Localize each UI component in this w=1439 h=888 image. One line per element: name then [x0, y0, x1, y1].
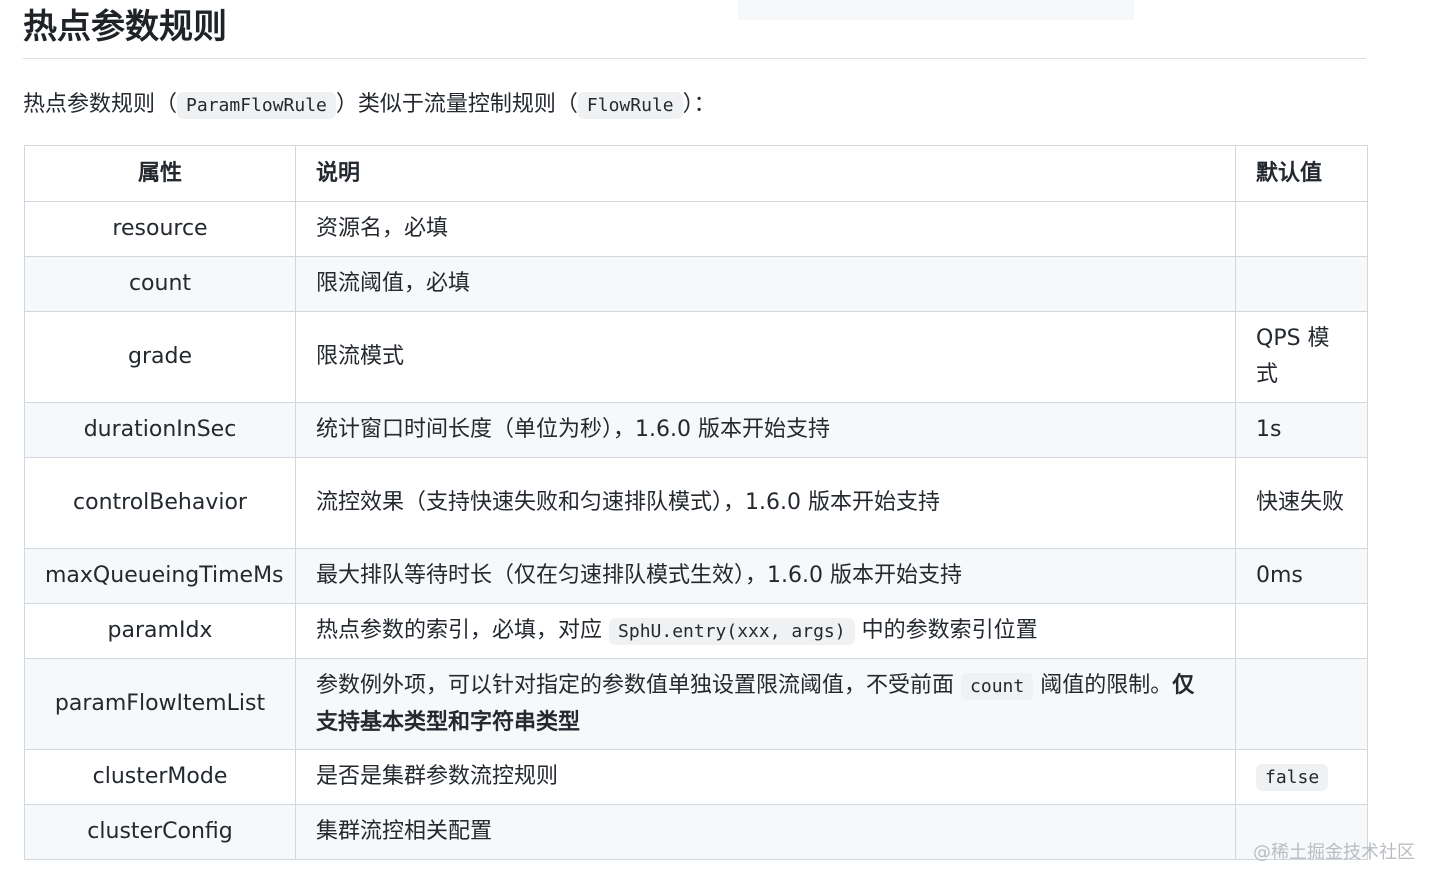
cell-description: 流控效果（支持快速失败和匀速排队模式），1.6.0 版本开始支持 — [295, 457, 1236, 549]
table-row: paramFlowItemList 参数例外项，可以针对指定的参数值单独设置限流… — [24, 658, 1368, 750]
desc-text-after: 中的参数索引位置 — [861, 617, 1038, 643]
cell-property: clusterConfig — [24, 804, 296, 860]
cell-property: maxQueueingTimeMs — [24, 548, 296, 604]
cell-default — [1235, 256, 1368, 312]
table-row: paramIdx 热点参数的索引，必填，对应 SphU.entry(xxx, a… — [24, 603, 1368, 659]
desc-code-count: count — [961, 672, 1034, 700]
cell-property: count — [24, 256, 296, 312]
cell-default: 快速失败 — [1235, 457, 1368, 549]
cell-description: 参数例外项，可以针对指定的参数值单独设置限流阈值，不受前面 count 阈值的限… — [295, 658, 1236, 750]
param-flow-rule-table: 属性 说明 默认值 resource 资源名，必填 count 限流阈值，必填 … — [24, 145, 1368, 860]
page-title: 热点参数规则 — [23, 2, 1366, 59]
table-row: resource 资源名，必填 — [24, 201, 1368, 257]
cell-property: grade — [24, 311, 296, 403]
cell-description: 限流阈值，必填 — [295, 256, 1236, 312]
table-row: maxQueueingTimeMs 最大排队等待时长（仅在匀速排队模式生效），1… — [24, 548, 1368, 604]
cell-property: resource — [24, 201, 296, 257]
header-property: 属性 — [24, 145, 296, 202]
cell-description: 热点参数的索引，必填，对应 SphU.entry(xxx, args) 中的参数… — [295, 603, 1236, 659]
table-row: controlBehavior 流控效果（支持快速失败和匀速排队模式），1.6.… — [24, 457, 1368, 549]
cell-description: 统计窗口时间长度（单位为秒），1.6.0 版本开始支持 — [295, 402, 1236, 458]
header-default: 默认值 — [1235, 145, 1368, 202]
table-row: grade 限流模式 QPS 模式 — [24, 311, 1368, 403]
cell-property: clusterMode — [24, 749, 296, 805]
cell-default — [1235, 201, 1368, 257]
table-header-row: 属性 说明 默认值 — [24, 145, 1368, 202]
cell-description: 集群流控相关配置 — [295, 804, 1236, 860]
default-code-false: false — [1256, 763, 1329, 791]
intro-text-middle: ）类似于流量控制规则（ — [335, 92, 578, 117]
table-row: count 限流阈值，必填 — [24, 256, 1368, 312]
table-row: clusterConfig 集群流控相关配置 — [24, 804, 1368, 860]
intro-code-flowrule: FlowRule — [577, 92, 683, 119]
cell-default: QPS 模式 — [1235, 311, 1368, 403]
table-row: clusterMode 是否是集群参数流控规则 false — [24, 749, 1368, 805]
cell-description: 最大排队等待时长（仅在匀速排队模式生效），1.6.0 版本开始支持 — [295, 548, 1236, 604]
desc-code-sphu-entry: SphU.entry(xxx, args) — [609, 617, 855, 645]
cell-description: 限流模式 — [295, 311, 1236, 403]
table-row: durationInSec 统计窗口时间长度（单位为秒），1.6.0 版本开始支… — [24, 402, 1368, 458]
cell-default — [1235, 658, 1368, 750]
intro-code-paramflowrule: ParamFlowRule — [177, 92, 336, 119]
intro-paragraph: 热点参数规则（ ParamFlowRule ）类似于流量控制规则（ FlowRule）… — [23, 84, 716, 126]
desc-text-before: 热点参数的索引，必填，对应 — [316, 617, 603, 643]
cell-default: 1s — [1235, 402, 1368, 458]
cell-property: paramIdx — [24, 603, 296, 659]
intro-text-after: ）： — [682, 92, 716, 117]
cell-property: controlBehavior — [24, 457, 296, 549]
cell-property: paramFlowItemList — [24, 658, 296, 750]
watermark: @稀土掘金技术社区 — [1253, 842, 1415, 863]
cell-description: 是否是集群参数流控规则 — [295, 749, 1236, 805]
cell-default: false — [1235, 749, 1368, 805]
cell-default: 0ms — [1235, 548, 1368, 604]
cell-description: 资源名，必填 — [295, 201, 1236, 257]
header-description: 说明 — [295, 145, 1236, 202]
desc-text-after: 阈值的限制。 — [1040, 672, 1173, 698]
intro-text-before: 热点参数规则（ — [23, 92, 178, 117]
cell-property: durationInSec — [24, 402, 296, 458]
desc-text-before: 参数例外项，可以针对指定的参数值单独设置限流阈值，不受前面 — [316, 672, 955, 698]
cell-default — [1235, 603, 1368, 659]
